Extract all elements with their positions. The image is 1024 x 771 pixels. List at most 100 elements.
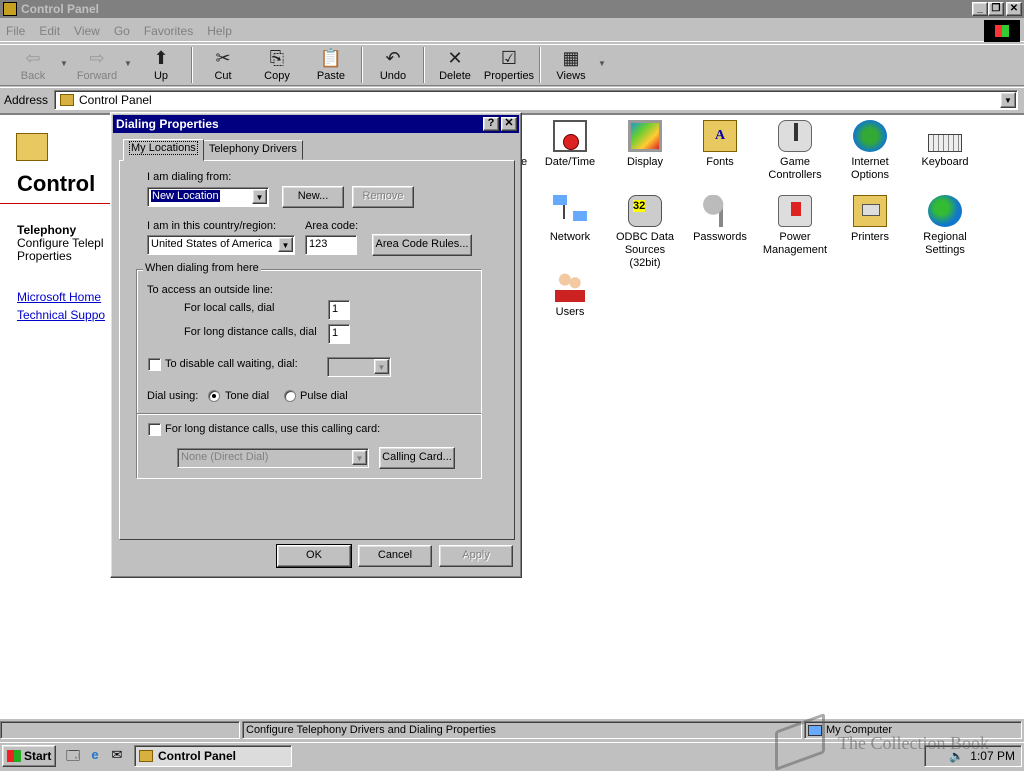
dialog-titlebar[interactable]: Dialing Properties ? ✕ — [113, 115, 519, 133]
task-label: Control Panel — [158, 748, 237, 763]
help-button[interactable]: ? — [483, 117, 499, 131]
menu-view[interactable]: View — [74, 24, 100, 38]
paste-button[interactable]: 📋 Paste — [304, 45, 358, 85]
dialing-from-label: I am dialing from: — [147, 171, 232, 183]
ok-button[interactable]: OK — [276, 544, 352, 568]
desc-line-2: Properties — [17, 249, 72, 263]
dialog-close-button[interactable]: ✕ — [501, 117, 517, 131]
undo-button[interactable]: ↶ Undo — [366, 45, 420, 85]
keyboard-item[interactable]: Keyboard — [909, 120, 981, 169]
menu-edit[interactable]: Edit — [39, 24, 60, 38]
call-waiting-checkbox[interactable] — [148, 358, 161, 371]
forward-dropdown-icon[interactable]: ▼ — [124, 45, 134, 68]
address-input[interactable]: Control Panel ▼ — [54, 90, 1018, 110]
technical-support-link[interactable]: Technical Suppo — [17, 308, 110, 322]
back-arrow-icon: ⇦ — [25, 48, 41, 68]
fonts-item[interactable]: A Fonts — [684, 120, 756, 169]
tone-dial-label: Tone dial — [225, 390, 270, 402]
country-dropdown-icon[interactable]: ▼ — [278, 237, 293, 252]
local-calls-input[interactable]: 1 — [328, 300, 350, 320]
regional-settings-label: Regional Settings — [923, 231, 967, 256]
tab-panel: I am dialing from: New Location ▼ New...… — [119, 160, 515, 540]
game-controllers-item[interactable]: Game Controllers — [759, 120, 831, 182]
outlook-express-icon[interactable]: ✉ — [108, 747, 126, 765]
views-dropdown-icon[interactable]: ▼ — [598, 45, 608, 68]
copy-button[interactable]: ⎘ Copy — [250, 45, 304, 85]
copy-icon: ⎘ — [269, 48, 285, 68]
long-distance-input[interactable]: 1 — [328, 324, 350, 344]
scissors-icon: ✂ — [215, 48, 231, 68]
forward-button[interactable]: ⇨ Forward — [70, 45, 124, 85]
back-label: Back — [20, 70, 46, 82]
monitor-icon — [628, 120, 662, 152]
paste-label: Paste — [316, 70, 346, 82]
users-item[interactable]: Users — [534, 270, 606, 319]
calling-card-checkbox[interactable] — [148, 423, 161, 436]
odbc-item[interactable]: 32 ODBC Data Sources (32bit) — [609, 195, 681, 270]
internet-explorer-icon[interactable]: e — [86, 747, 104, 765]
country-value: United States of America — [151, 238, 273, 250]
tab-my-locations-label: My Locations — [129, 141, 198, 155]
delete-button[interactable]: ✕ Delete — [428, 45, 482, 85]
close-button[interactable]: ✕ — [1006, 2, 1022, 16]
back-dropdown-icon[interactable]: ▼ — [60, 45, 70, 68]
new-location-button[interactable]: New... — [282, 186, 344, 208]
pulse-dial-radio[interactable] — [284, 390, 296, 402]
remove-location-button[interactable]: Remove — [352, 186, 414, 208]
back-button[interactable]: ⇦ Back — [6, 45, 60, 85]
menu-help[interactable]: Help — [207, 24, 232, 38]
toolbar-separator — [423, 47, 425, 83]
display-item[interactable]: Display — [609, 120, 681, 169]
control-panel-task-icon — [139, 749, 153, 762]
cancel-button[interactable]: Cancel — [358, 545, 432, 567]
task-control-panel[interactable]: Control Panel — [134, 744, 292, 767]
long-distance-label: For long distance calls, dial — [184, 326, 317, 338]
tab-telephony-drivers[interactable]: Telephony Drivers — [202, 140, 303, 160]
call-waiting-dropdown-icon[interactable]: ▼ — [374, 359, 389, 374]
regional-settings-item[interactable]: Regional Settings — [909, 195, 981, 257]
tone-dial-radio[interactable] — [208, 390, 220, 402]
dialing-from-dropdown-icon[interactable]: ▼ — [252, 189, 267, 204]
dialing-from-combo[interactable]: New Location ▼ — [147, 187, 269, 207]
up-button[interactable]: ⬆ Up — [134, 45, 188, 85]
calling-card-button[interactable]: Calling Card... — [379, 447, 455, 469]
start-button[interactable]: Start — [2, 744, 56, 767]
views-button[interactable]: ▦ Views — [544, 45, 598, 85]
calling-card-dropdown-icon[interactable]: ▼ — [352, 450, 367, 465]
undo-label: Undo — [379, 70, 407, 82]
address-dropdown-icon[interactable]: ▼ — [1000, 92, 1016, 108]
dialing-from-value: New Location — [151, 190, 220, 202]
printers-item[interactable]: Printers — [834, 195, 906, 244]
area-code-rules-button[interactable]: Area Code Rules... — [372, 234, 472, 256]
watermark-text: The Collection Book — [838, 733, 989, 753]
cut-button[interactable]: ✂ Cut — [196, 45, 250, 85]
menu-go[interactable]: Go — [114, 24, 130, 38]
country-combo[interactable]: United States of America ▼ — [147, 235, 295, 255]
local-calls-label: For local calls, dial — [184, 302, 275, 314]
call-waiting-combo[interactable]: ▼ — [327, 357, 391, 377]
toolbar-separator — [191, 47, 193, 83]
restore-button[interactable]: ❐ — [988, 2, 1004, 16]
odbc-label: ODBC Data Sources (32bit) — [615, 231, 675, 269]
window-titlebar[interactable]: Control Panel _ ❐ ✕ — [0, 0, 1024, 18]
minimize-button[interactable]: _ — [972, 2, 988, 16]
apply-button[interactable]: Apply — [439, 545, 513, 567]
left-info-pane: Control Telephony Configure Telepl Prope… — [0, 115, 110, 719]
calling-card-combo[interactable]: None (Direct Dial) ▼ — [177, 448, 369, 468]
network-item[interactable]: Network — [534, 195, 606, 244]
power-management-item[interactable]: Power Management — [759, 195, 831, 257]
area-code-input[interactable]: 123 — [305, 235, 357, 255]
tab-my-locations[interactable]: My Locations — [123, 139, 204, 161]
folder-icon — [60, 94, 74, 106]
menu-file[interactable]: File — [6, 24, 25, 38]
internet-options-item[interactable]: Internet Options — [834, 120, 906, 182]
dialog-title: Dialing Properties — [116, 117, 219, 131]
users-label: Users — [555, 306, 585, 318]
properties-button[interactable]: ☑ Properties — [482, 45, 536, 85]
datetime-item[interactable]: Date/Time — [534, 120, 606, 169]
dialing-properties-dialog: Dialing Properties ? ✕ My Locations Tele… — [110, 112, 522, 578]
show-desktop-icon[interactable]: 🗔 — [64, 747, 82, 765]
microsoft-home-link[interactable]: Microsoft Home — [17, 290, 110, 304]
menu-favorites[interactable]: Favorites — [144, 24, 193, 38]
passwords-item[interactable]: Passwords — [684, 195, 756, 244]
